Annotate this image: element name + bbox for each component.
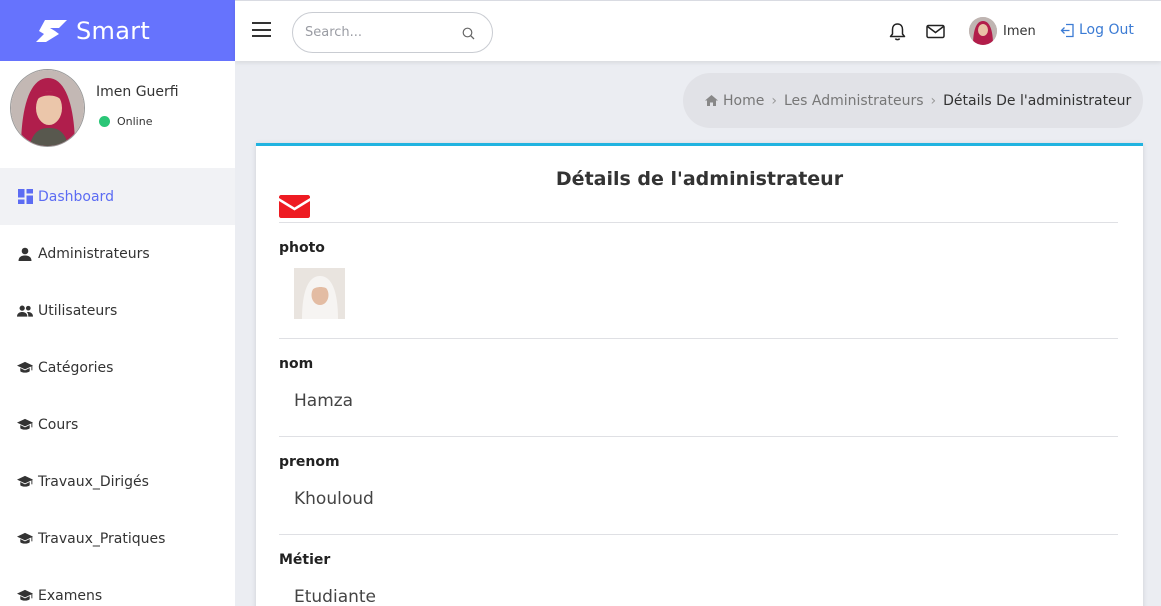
logout-icon — [1060, 23, 1074, 37]
top-bar: Imen Log Out — [235, 0, 1161, 61]
menu-toggle-icon[interactable] — [252, 22, 271, 37]
sidebar-item-label: Administrateurs — [38, 245, 150, 262]
graduation-cap-icon — [17, 588, 33, 604]
brand-logo[interactable]: Smart — [0, 0, 235, 61]
field-value-metier: Etudiante — [294, 587, 377, 606]
sidebar-item-label: Dashboard — [38, 188, 114, 205]
people-icon — [17, 303, 33, 319]
graduation-cap-icon — [17, 417, 33, 433]
user-menu[interactable]: Imen — [969, 17, 1036, 45]
logo-icon — [36, 19, 67, 42]
bell-icon[interactable] — [889, 22, 906, 41]
field-label-prenom: prenom — [279, 454, 340, 470]
home-icon — [705, 95, 718, 106]
breadcrumb-current: Détails De l'administrateur — [943, 92, 1132, 109]
sidebar-item-label: Cours — [38, 416, 79, 433]
page-title: Détails de l'administrateur — [555, 168, 844, 190]
sidebar: Imen Guerfi Online Dashboard Administrat… — [0, 61, 235, 606]
divider — [279, 222, 1118, 223]
chevron-right-icon: › — [930, 92, 937, 109]
sidebar-item-categories[interactable]: Catégories — [0, 339, 235, 396]
field-value-prenom: Khouloud — [294, 489, 374, 509]
sidebar-item-label: Examens — [38, 587, 103, 604]
chevron-right-icon: › — [771, 92, 777, 109]
sidebar-item-examens[interactable]: Examens — [0, 567, 235, 606]
sidebar-item-label: Travaux_Pratiques — [38, 530, 166, 547]
breadcrumb-home[interactable]: Home — [723, 93, 764, 109]
field-label-metier: Métier — [279, 552, 331, 568]
status-badge: Online — [99, 115, 152, 128]
breadcrumb: Home › Les Administrateurs › Détails De … — [683, 73, 1143, 128]
sidebar-item-label: Catégories — [38, 359, 114, 376]
graduation-cap-icon — [17, 360, 33, 376]
details-card: Détails de l'administrateur photo nom Ha… — [256, 143, 1143, 606]
sidebar-menu: Dashboard Administrateurs Utilisateurs C… — [0, 168, 235, 606]
search-input[interactable] — [305, 25, 453, 40]
sidebar-item-label: Travaux_Dirigés — [38, 473, 149, 490]
divider — [279, 338, 1118, 339]
search-icon[interactable] — [462, 27, 475, 40]
user-name: Imen — [1003, 23, 1036, 39]
envelope-icon[interactable] — [279, 195, 310, 218]
sidebar-item-travaux-pratiques[interactable]: Travaux_Pratiques — [0, 510, 235, 567]
search-box[interactable] — [292, 12, 493, 53]
logout-button[interactable]: Log Out — [1060, 22, 1134, 38]
mail-icon[interactable] — [926, 24, 945, 39]
graduation-cap-icon — [17, 474, 33, 490]
sidebar-item-label: Utilisateurs — [38, 302, 118, 319]
online-dot-icon — [99, 116, 110, 127]
logout-label: Log Out — [1079, 22, 1134, 38]
field-label-nom: nom — [279, 356, 314, 372]
profile-name: Imen Guerfi — [96, 84, 179, 100]
breadcrumb-administrateurs[interactable]: Les Administrateurs — [784, 93, 924, 109]
brand-name: Smart — [76, 16, 151, 45]
profile-avatar[interactable] — [10, 69, 85, 147]
field-value-nom: Hamza — [294, 391, 354, 411]
avatar — [969, 17, 997, 45]
sidebar-item-administrateurs[interactable]: Administrateurs — [0, 225, 235, 282]
sidebar-item-dashboard[interactable]: Dashboard — [0, 168, 235, 225]
status-text: Online — [117, 115, 153, 128]
admin-photo — [294, 268, 345, 319]
sidebar-item-utilisateurs[interactable]: Utilisateurs — [0, 282, 235, 339]
sidebar-item-travaux-diriges[interactable]: Travaux_Dirigés — [0, 453, 235, 510]
divider — [279, 436, 1118, 437]
dashboard-icon — [17, 189, 33, 205]
person-icon — [17, 246, 33, 262]
divider — [279, 534, 1118, 535]
sidebar-item-cours[interactable]: Cours — [0, 396, 235, 453]
field-label-photo: photo — [279, 240, 325, 256]
graduation-cap-icon — [17, 531, 33, 547]
